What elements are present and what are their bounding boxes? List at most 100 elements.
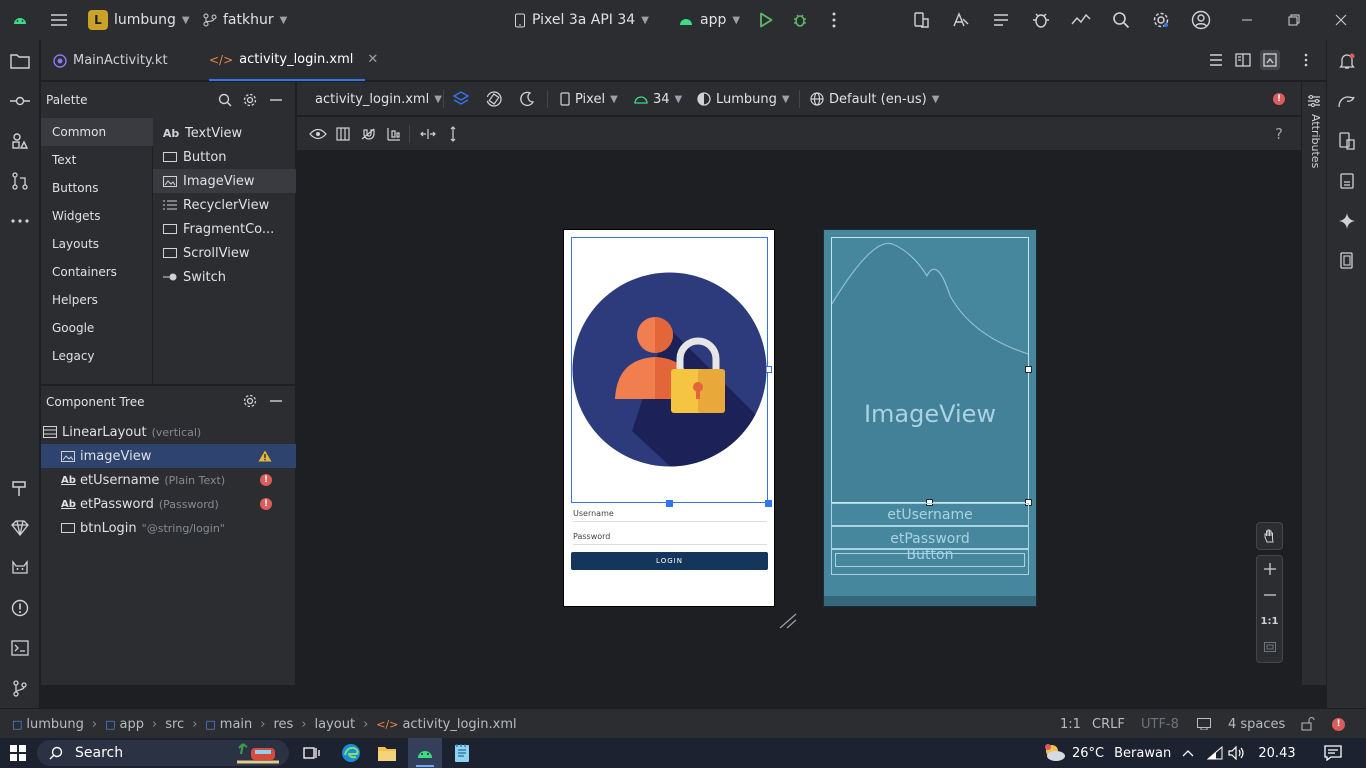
file-explorer-icon[interactable] [377, 738, 397, 768]
api-level-selector[interactable]: 34 ▼ [634, 82, 682, 116]
palette-item-button[interactable]: Button [153, 145, 296, 169]
task-view-icon[interactable] [303, 738, 321, 768]
app-inspection-icon[interactable] [1031, 10, 1051, 30]
breadcrumb-item[interactable]: activity_login.xml [402, 717, 516, 732]
tree-hide-icon[interactable] [266, 391, 286, 411]
branch-selector[interactable]: fatkhur ▼ [203, 0, 287, 40]
more-tools-icon[interactable] [10, 211, 30, 231]
device-manager-icon[interactable] [911, 10, 931, 30]
resize-handle[interactable] [765, 500, 772, 507]
tree-settings-icon[interactable] [240, 391, 260, 411]
password-field-preview[interactable]: Password [573, 532, 767, 545]
issues-error-icon[interactable]: ! [1273, 82, 1285, 116]
login-button-preview[interactable]: LOGIN [571, 552, 768, 570]
tree-item-btnlogin[interactable]: btnLogin "@string/login" [41, 516, 296, 540]
design-preview-phone[interactable]: Username Password LOGIN [563, 229, 775, 607]
zoom-out-icon[interactable] [1257, 582, 1282, 608]
profiler-icon[interactable] [1071, 10, 1091, 30]
logcat-icon[interactable] [991, 10, 1011, 30]
indent-setting[interactable]: 4 spaces [1228, 709, 1285, 739]
search-icon[interactable] [1111, 10, 1131, 30]
line-separator[interactable]: CRLF [1092, 709, 1125, 739]
category-text[interactable]: Text [41, 146, 153, 174]
run-icon[interactable] [756, 10, 776, 30]
tab-activity-login[interactable]: </> activity_login.xml ✕ [209, 40, 378, 81]
category-buttons[interactable]: Buttons [41, 174, 153, 202]
tree-item-imageview[interactable]: imageView [41, 444, 296, 468]
breadcrumb-item[interactable]: lumbung [26, 717, 84, 732]
project-tool-icon[interactable] [10, 51, 30, 71]
pan-hand-icon[interactable] [1257, 523, 1282, 549]
close-tab-icon[interactable]: ✕ [367, 52, 378, 67]
pack-horizontal-button[interactable] [420, 117, 436, 151]
code-view-icon[interactable] [1206, 50, 1226, 70]
system-tray-chevron-icon[interactable] [1182, 738, 1194, 768]
help-button[interactable]: ? [1275, 117, 1283, 151]
layout-file-selector[interactable]: activity_login.xml ▼ [315, 82, 442, 116]
gem-icon[interactable] [10, 518, 30, 538]
split-view-icon[interactable] [1233, 50, 1253, 70]
unlock-icon[interactable] [1301, 709, 1315, 739]
gemini-sparkle-icon[interactable] [1337, 211, 1357, 231]
view-options-button[interactable] [309, 117, 327, 151]
breadcrumb-item[interactable]: layout [315, 717, 356, 732]
resource-manager-icon[interactable] [10, 131, 30, 151]
design-surface-toggle[interactable] [453, 82, 469, 116]
breadcrumb-item[interactable]: res [273, 717, 293, 732]
baseline-toggle[interactable] [387, 117, 401, 151]
palette-item-fragment[interactable]: FragmentCo... [153, 217, 296, 241]
tree-item-etpassword[interactable]: Ab etPassword (Password) ! [41, 492, 296, 516]
notification-center-icon[interactable] [1324, 738, 1342, 768]
restore-icon[interactable] [1284, 10, 1304, 30]
android-studio-taskbar-icon[interactable] [408, 738, 442, 768]
tree-item-etusername[interactable]: Ab etUsername (Plain Text) ! [41, 468, 296, 492]
margins-toggle[interactable] [336, 117, 350, 151]
category-helpers[interactable]: Helpers [41, 286, 153, 314]
logcat-cat-icon[interactable] [10, 558, 30, 578]
breadcrumb-item[interactable]: main [220, 717, 252, 732]
caret-position[interactable]: 1:1 [1060, 709, 1081, 739]
resize-handle[interactable] [666, 500, 673, 507]
weather-widget[interactable]: 26°C Berawan [1042, 738, 1171, 768]
running-devices-icon[interactable] [1337, 171, 1357, 191]
blueprint-preview[interactable]: ImageView etUsername etPassword Button [823, 229, 1037, 607]
notifications-icon[interactable] [1337, 51, 1357, 71]
device-preview-selector[interactable]: Pixel ▼ [560, 82, 618, 116]
tab-actions-icon[interactable] [1296, 50, 1316, 70]
notepad-icon[interactable] [453, 738, 471, 768]
palette-item-switch[interactable]: Switch [153, 265, 296, 289]
palette-item-scrollview[interactable]: ScrollView [153, 241, 296, 265]
error-icon[interactable]: ! [260, 498, 272, 510]
locale-selector[interactable]: Default (en-us) ▼ [810, 82, 939, 116]
device-selector[interactable]: Pixel 3a API 34 ▼ [514, 0, 649, 40]
settings-icon[interactable] [1151, 10, 1171, 30]
emulator-icon[interactable] [1337, 251, 1357, 271]
version-control-icon[interactable] [10, 678, 30, 698]
taskbar-search-box[interactable]: Search [37, 740, 289, 766]
gradle-icon[interactable] [1337, 91, 1357, 111]
terminal-icon[interactable] [10, 638, 30, 658]
zoom-in-icon[interactable] [1257, 556, 1282, 582]
username-field-preview[interactable]: Username [573, 509, 767, 522]
autoconnect-toggle[interactable] [360, 117, 376, 151]
category-layouts[interactable]: Layouts [41, 230, 153, 258]
debug-icon[interactable] [790, 10, 810, 30]
edge-browser-icon[interactable] [341, 738, 361, 768]
palette-item-imageview[interactable]: ImageView [153, 169, 296, 193]
category-google[interactable]: Google [41, 314, 153, 342]
palette-search-icon[interactable] [215, 90, 235, 110]
attributes-tab[interactable]: Attributes [1306, 114, 1322, 174]
build-icon[interactable] [10, 478, 30, 498]
theme-selector[interactable]: Lumbung ▼ [697, 82, 790, 116]
problems-icon[interactable] [10, 598, 30, 618]
palette-hide-icon[interactable] [266, 90, 286, 110]
pull-requests-icon[interactable] [10, 171, 30, 191]
run-config-selector[interactable]: app ▼ [678, 0, 740, 40]
pack-vertical-button[interactable] [448, 117, 458, 151]
breadcrumb-item[interactable]: src [165, 717, 184, 732]
breadcrumb-item[interactable]: app [120, 717, 144, 732]
night-mode-toggle[interactable] [519, 82, 535, 116]
clock[interactable]: 20.43 [1255, 738, 1299, 768]
error-icon[interactable]: ! [260, 474, 272, 486]
orientation-toggle[interactable] [485, 82, 503, 116]
